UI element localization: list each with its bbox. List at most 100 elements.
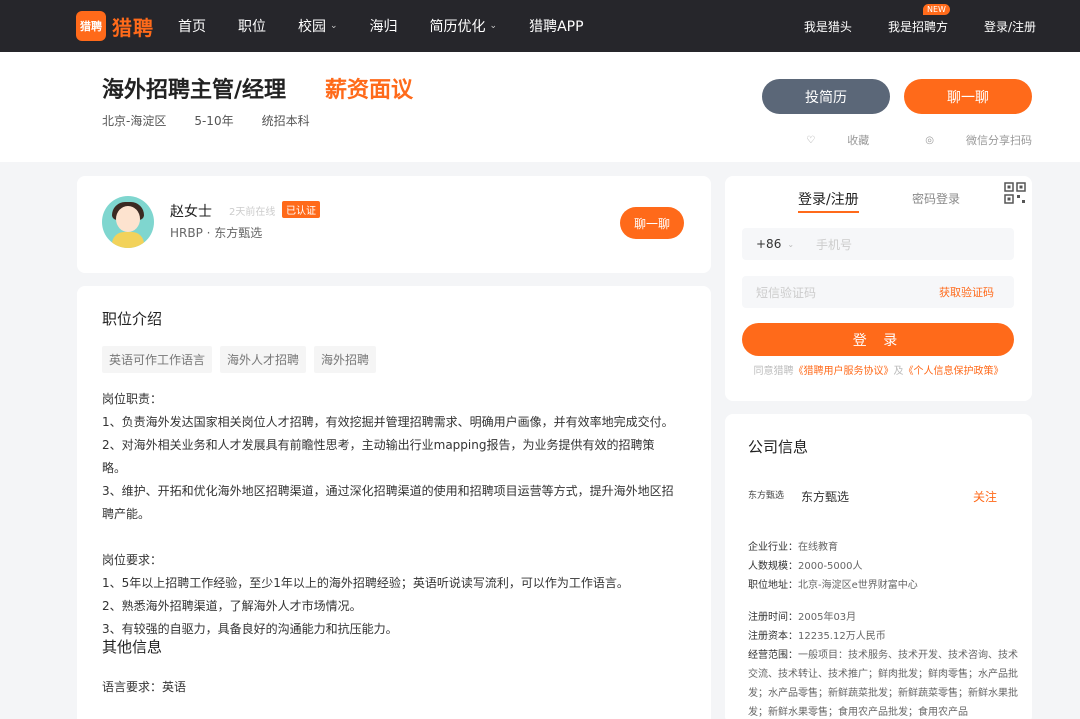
login-button[interactable]: 登 录	[742, 323, 1014, 356]
company-name[interactable]: 东方甄选	[801, 488, 849, 505]
desc-line: 3、有较强的自驱力，具备良好的沟通能力和抗压能力。	[102, 622, 398, 636]
tab-sms-login[interactable]: 登录/注册	[798, 189, 859, 213]
info-row: 注册时间：2005年03月	[748, 608, 1018, 627]
desc-line: 2、熟悉海外招聘渠道，了解海外人才市场情况。	[102, 599, 362, 613]
info-row: 经营范围：一般项目：技术服务、技术开发、技术咨询、技术交流、技术转让、技术推广；…	[748, 646, 1018, 719]
share-link[interactable]: ◎ 微信分享扫码	[897, 132, 1032, 148]
sms-code-input[interactable]: 短信验证码	[756, 284, 816, 301]
nav-headhunter[interactable]: 我是猎头	[804, 18, 852, 35]
section-title-intro: 职位介绍	[102, 310, 163, 328]
logo-text: 猎聘	[112, 15, 154, 40]
privacy-policy-link[interactable]: 《个人信息保护政策》	[904, 366, 1004, 377]
nav-label: 我是招聘方	[887, 19, 948, 34]
job-experience: 5-10年	[194, 114, 234, 128]
country-code-select[interactable]: +86	[756, 237, 781, 251]
info-value: 在线教育	[798, 542, 838, 553]
desc-line: 3、维护、开拓和优化海外地区招聘渠道，通过深化招聘渠道的使用和招聘项目运营等方式…	[102, 484, 674, 521]
info-row: 人数规模：2000-5000人	[748, 557, 1018, 576]
info-key: 职位地址：	[748, 580, 798, 591]
job-tags: 英语可作工作语言 海外人才招聘 海外招聘	[102, 346, 384, 373]
nav-item-jobs[interactable]: 职位	[238, 16, 266, 36]
nav-label: 简历优化	[429, 19, 486, 35]
nav-login[interactable]: 登录/注册	[984, 18, 1036, 35]
info-row: 职位地址：北京-海淀区e世界财富中心	[748, 576, 1018, 595]
logo-mark: 猎聘	[76, 11, 106, 41]
company-registration-info: 注册时间：2005年03月 注册资本：12235.12万人民币 经营范围：一般项…	[748, 608, 1018, 719]
language-requirement: 语言要求：英语	[102, 680, 187, 694]
chevron-down-icon: ⌄	[787, 239, 795, 249]
desc-line: 1、5年以上招聘工作经验，至少1年以上的海外招聘经验；英语听说读写流利，可以作为…	[102, 576, 629, 590]
nav-label: 首页	[178, 19, 206, 35]
job-meta: 北京-海淀区 5-10年 统招本科	[102, 112, 338, 129]
wechat-icon: ◎	[925, 134, 934, 146]
info-value: 2000-5000人	[798, 561, 863, 572]
favorite-label: 收藏	[847, 134, 870, 147]
phone-input[interactable]: 手机号	[816, 236, 852, 253]
nav-item-resume[interactable]: 简历优化 ⌄	[430, 16, 498, 36]
job-description: 岗位职责： 1、负责海外发达国家相关岗位人才招聘，有效挖掘并管理招聘需求、明确用…	[102, 388, 677, 641]
nav-item-overseas[interactable]: 海归	[370, 16, 398, 36]
recruiter-online-status: 2天前在线	[229, 207, 276, 218]
company-basic-info: 企业行业：在线教育 人数规模：2000-5000人 职位地址：北京-海淀区e世界…	[748, 538, 1018, 595]
chat-button[interactable]: 聊一聊	[904, 79, 1032, 114]
recruiter-name: 赵女士	[170, 204, 212, 220]
agree-and: 及	[893, 366, 904, 377]
nav-item-campus[interactable]: 校园 ⌄	[298, 16, 338, 36]
login-card: 登录/注册 密码登录 +86 ⌄ 手机号 短信验证码 获取验证码 登 录 同意猎…	[725, 176, 1032, 401]
company-logo: 东方甄选	[748, 491, 785, 501]
qr-code-icon[interactable]	[1004, 182, 1026, 204]
phone-input-row: +86 ⌄ 手机号	[742, 228, 1014, 260]
nav-label: 猎聘APP	[529, 19, 584, 35]
desc-line	[102, 526, 677, 549]
nav-links: 首页 职位 校园 ⌄ 海归 简历优化 ⌄ 猎聘APP	[178, 0, 616, 52]
job-title: 海外招聘主管/经理	[102, 78, 287, 103]
favorite-link[interactable]: ♡ 收藏	[778, 132, 869, 148]
follow-button[interactable]: 关注	[973, 488, 997, 505]
info-key: 人数规模：	[748, 561, 798, 572]
recruiter-chat-button[interactable]: 聊一聊	[620, 207, 684, 239]
verified-badge: 已认证	[282, 201, 320, 218]
info-value: 12235.12万人民币	[798, 631, 886, 642]
chevron-down-icon: ⌄	[489, 21, 498, 31]
desc-line: 岗位职责：	[102, 392, 163, 406]
heart-icon: ♡	[806, 134, 816, 146]
agreement-text: 同意猎聘《猎聘用户服务协议》及《个人信息保护政策》	[725, 362, 1032, 377]
job-tag: 海外人才招聘	[220, 346, 307, 373]
info-row: 企业行业：在线教育	[748, 538, 1018, 557]
info-key: 注册时间：	[748, 612, 798, 623]
job-tag: 英语可作工作语言	[102, 346, 213, 373]
avatar-body	[112, 232, 144, 248]
recruiter-role: HRBP · 东方甄选	[170, 226, 263, 240]
info-key: 企业行业：	[748, 542, 798, 553]
agree-prefix: 同意猎聘	[753, 366, 794, 377]
nav-employer[interactable]: 我是招聘方 NEW	[887, 3, 950, 35]
desc-line: 岗位要求：	[102, 553, 163, 567]
avatar-face	[116, 206, 140, 232]
nav-item-app[interactable]: 猎聘APP	[529, 16, 583, 36]
top-nav: 猎聘 猎聘 首页 职位 校园 ⌄ 海归 简历优化 ⌄ 猎聘APP 我是猎头 我是招聘…	[0, 0, 1080, 52]
new-badge: NEW	[923, 3, 950, 15]
info-row: 注册资本：12235.12万人民币	[748, 627, 1018, 646]
info-value: 2005年03月	[798, 612, 857, 623]
job-education: 统招本科	[261, 114, 310, 128]
job-detail-card: 职位介绍 英语可作工作语言 海外人才招聘 海外招聘 岗位职责： 1、负责海外发达…	[77, 286, 711, 719]
nav-label: 校园	[298, 19, 326, 35]
desc-line: 1、负责海外发达国家相关岗位人才招聘，有效挖掘并管理招聘需求、明确用户画像，并有…	[102, 415, 674, 429]
apply-button[interactable]: 投简历	[762, 79, 890, 114]
job-header: 海外招聘主管/经理 薪资面议 北京-海淀区 5-10年 统招本科 投简历 聊一聊…	[0, 52, 1080, 162]
get-code-button[interactable]: 获取验证码	[939, 284, 994, 300]
company-section-title: 公司信息	[748, 438, 809, 456]
logo[interactable]: 猎聘 猎聘	[76, 11, 154, 41]
info-key: 经营范围：	[748, 650, 798, 661]
desc-line: 2、对海外相关业务和人才发展具有前瞻性思考，主动输出行业mapping报告，为业…	[102, 438, 655, 475]
nav-item-home[interactable]: 首页	[178, 16, 206, 36]
code-input-row: 短信验证码 获取验证码	[742, 276, 1014, 308]
recruiter-card: 赵女士 2天前在线 已认证 HRBP · 东方甄选 聊一聊	[77, 176, 711, 273]
service-agreement-link[interactable]: 《猎聘用户服务协议》	[794, 366, 894, 377]
tab-password-login[interactable]: 密码登录	[912, 190, 960, 207]
info-key: 注册资本：	[748, 631, 798, 642]
chevron-down-icon: ⌄	[330, 21, 338, 31]
nav-label: 海归	[369, 19, 398, 35]
info-value: 北京-海淀区e世界财富中心	[798, 580, 918, 591]
avatar	[102, 196, 154, 248]
